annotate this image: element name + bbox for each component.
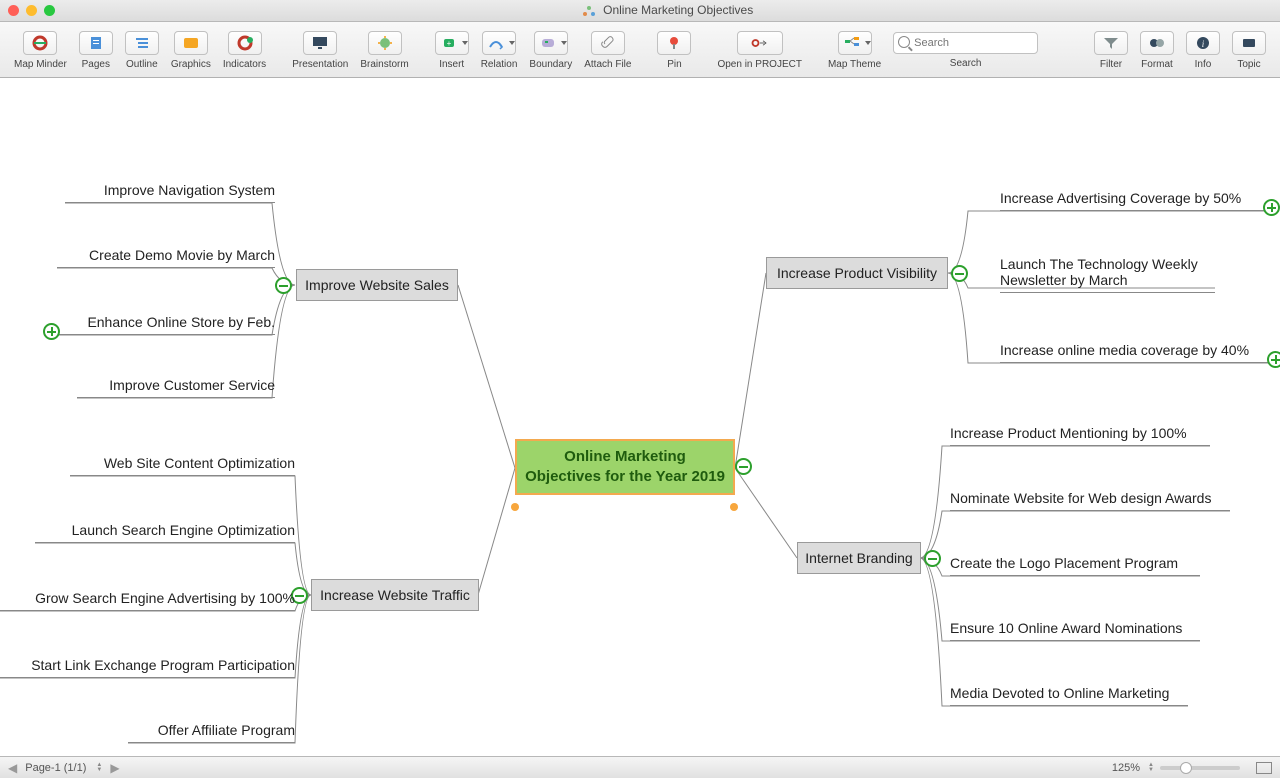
map-theme-button[interactable]: Map Theme bbox=[822, 24, 887, 77]
pages-button[interactable]: Pages bbox=[73, 24, 119, 77]
next-page-button[interactable]: ▶ bbox=[110, 761, 119, 775]
map-minder-button[interactable]: Map Minder bbox=[8, 24, 73, 77]
format-button[interactable]: Format bbox=[1134, 24, 1180, 77]
leaf-item[interactable]: Grow Search Engine Advertising by 100% bbox=[0, 590, 295, 611]
leaf-item[interactable]: Ensure 10 Online Award Nominations bbox=[950, 620, 1200, 641]
collapse-toggle[interactable] bbox=[924, 550, 941, 567]
leaf-item[interactable]: Improve Customer Service bbox=[77, 377, 275, 398]
svg-text:+: + bbox=[446, 39, 451, 48]
zoom-slider[interactable] bbox=[1160, 766, 1240, 770]
leaf-item[interactable]: Improve Navigation System bbox=[65, 182, 275, 203]
toolbar: Map Minder Pages Outline Graphics Indica… bbox=[0, 22, 1280, 78]
page-stepper[interactable]: ▲▼ bbox=[96, 763, 102, 773]
boundary-button[interactable]: Boundary bbox=[523, 24, 578, 77]
central-topic[interactable]: Online MarketingObjectives for the Year … bbox=[515, 439, 735, 495]
fit-view-icon[interactable] bbox=[1256, 762, 1272, 774]
search-input[interactable] bbox=[893, 32, 1038, 54]
open-in-project-button[interactable]: Open in PROJECT bbox=[711, 24, 807, 77]
selection-handle[interactable] bbox=[511, 503, 519, 511]
leaf-item[interactable]: Create the Logo Placement Program bbox=[950, 555, 1200, 576]
branch-increase-website-traffic[interactable]: Increase Website Traffic bbox=[311, 579, 479, 611]
window-controls bbox=[8, 5, 55, 16]
close-icon[interactable] bbox=[8, 5, 19, 16]
toolbar-group-theme: Map Theme bbox=[822, 24, 887, 77]
toolbar-group-pin: Pin bbox=[651, 24, 697, 77]
branch-internet-branding[interactable]: Internet Branding bbox=[797, 542, 921, 574]
toolbar-group-modes: Presentation Brainstorm bbox=[286, 24, 415, 77]
zoom-stepper[interactable]: ▲▼ bbox=[1148, 763, 1154, 773]
brainstorm-button[interactable]: Brainstorm bbox=[354, 24, 414, 77]
collapse-toggle[interactable] bbox=[735, 458, 752, 475]
expand-toggle[interactable] bbox=[1267, 351, 1280, 368]
expand-toggle[interactable] bbox=[43, 323, 60, 340]
topic-button[interactable]: Topic bbox=[1226, 24, 1272, 77]
indicators-button[interactable]: Indicators bbox=[217, 24, 272, 77]
statusbar: ◀ Page-1 (1/1) ▲▼ ▶ 125% ▲▼ bbox=[0, 756, 1280, 778]
leaf-item[interactable]: Increase online media coverage by 40% bbox=[1000, 342, 1280, 363]
leaf-item[interactable]: Increase Product Mentioning by 100% bbox=[950, 425, 1210, 446]
page-label: Page-1 (1/1) bbox=[25, 762, 86, 774]
outline-button[interactable]: Outline bbox=[119, 24, 165, 77]
leaf-item[interactable]: Increase Advertising Coverage by 50% bbox=[1000, 190, 1268, 211]
page-nav: ◀ Page-1 (1/1) ▲▼ ▶ bbox=[8, 761, 120, 775]
mindmap-canvas[interactable]: Online MarketingObjectives for the Year … bbox=[0, 78, 1280, 756]
graphics-button[interactable]: Graphics bbox=[165, 24, 217, 77]
branch-improve-website-sales[interactable]: Improve Website Sales bbox=[296, 269, 458, 301]
window-title: Online Marketing Objectives bbox=[63, 3, 1272, 18]
leaf-item[interactable]: Nominate Website for Web design Awards bbox=[950, 490, 1230, 511]
collapse-toggle[interactable] bbox=[275, 277, 292, 294]
relation-button[interactable]: Relation bbox=[475, 24, 524, 77]
info-button[interactable]: iInfo bbox=[1180, 24, 1226, 77]
search-field-wrap: Search bbox=[887, 24, 1044, 77]
leaf-item[interactable]: Offer Affiliate Program bbox=[128, 722, 295, 743]
search-icon bbox=[898, 36, 910, 48]
toolbar-group-insert: +Insert Relation Boundary Attach File bbox=[429, 24, 638, 77]
toolbar-group-right: Filter Format iInfo Topic bbox=[1088, 24, 1272, 77]
collapse-toggle[interactable] bbox=[951, 265, 968, 282]
minimize-icon[interactable] bbox=[26, 5, 37, 16]
branch-increase-product-visibility[interactable]: Increase Product Visibility bbox=[766, 257, 948, 289]
maximize-icon[interactable] bbox=[44, 5, 55, 16]
titlebar: Online Marketing Objectives bbox=[0, 0, 1280, 22]
prev-page-button[interactable]: ◀ bbox=[8, 761, 17, 775]
filter-button[interactable]: Filter bbox=[1088, 24, 1134, 77]
window-title-text: Online Marketing Objectives bbox=[603, 3, 753, 17]
leaf-item[interactable]: Launch The Technology Weekly Newsletter … bbox=[1000, 256, 1215, 293]
connectors bbox=[0, 78, 1280, 756]
zoom-controls: 125% ▲▼ bbox=[1112, 762, 1272, 774]
leaf-item[interactable]: Start Link Exchange Program Participatio… bbox=[0, 657, 295, 678]
leaf-item[interactable]: Create Demo Movie by March bbox=[57, 247, 275, 268]
selection-handle[interactable] bbox=[730, 503, 738, 511]
insert-button[interactable]: +Insert bbox=[429, 24, 475, 77]
document-icon bbox=[582, 4, 596, 18]
zoom-label: 125% bbox=[1112, 762, 1140, 774]
pin-button[interactable]: Pin bbox=[651, 24, 697, 77]
expand-toggle[interactable] bbox=[1263, 199, 1280, 216]
attach-file-button[interactable]: Attach File bbox=[578, 24, 637, 77]
presentation-button[interactable]: Presentation bbox=[286, 24, 354, 77]
leaf-item[interactable]: Media Devoted to Online Marketing bbox=[950, 685, 1188, 706]
leaf-item[interactable]: Enhance Online Store by Feb. bbox=[57, 314, 275, 335]
toolbar-group-views: Map Minder Pages Outline Graphics Indica… bbox=[8, 24, 272, 77]
toolbar-group-project: Open in PROJECT bbox=[711, 24, 807, 77]
leaf-item[interactable]: Web Site Content Optimization bbox=[70, 455, 295, 476]
leaf-item[interactable]: Launch Search Engine Optimization bbox=[35, 522, 295, 543]
